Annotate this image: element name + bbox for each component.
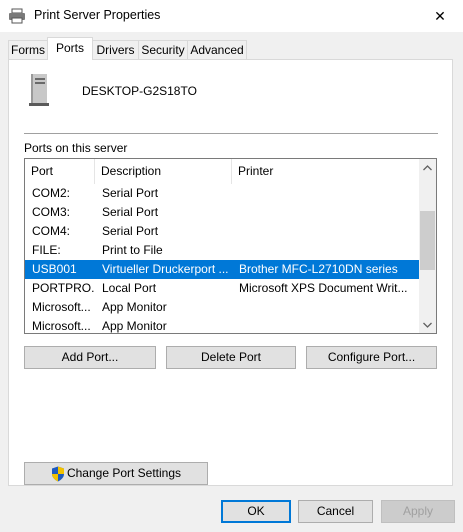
printer-cell — [239, 184, 417, 203]
port-cell: Microsoft... — [32, 319, 91, 333]
ports-list[interactable]: Port Description Printer COM2: Serial Po… — [24, 158, 437, 334]
column-header-description[interactable]: Description — [95, 159, 232, 184]
scroll-down-button[interactable] — [419, 316, 436, 333]
close-icon: ✕ — [434, 7, 446, 24]
port-cell: COM3: — [32, 205, 71, 219]
printer-cell: Brother MFC-L2710DN series — [239, 262, 398, 276]
ports-section-label: Ports on this server — [24, 141, 128, 155]
tab-strip: Forms Ports Drivers Security Advanced — [0, 32, 463, 60]
port-cell: COM2: — [32, 186, 71, 200]
description-cell: App Monitor — [102, 319, 167, 333]
change-port-settings-button[interactable]: Change Port Settings — [24, 462, 208, 485]
apply-button[interactable]: Apply — [381, 500, 455, 523]
computer-tower-icon — [29, 74, 49, 106]
description-cell: App Monitor — [102, 300, 167, 314]
cancel-button[interactable]: Cancel — [298, 500, 373, 523]
printer-cell: Microsoft XPS Document Writ... — [239, 281, 408, 295]
port-cell: FILE: — [32, 243, 61, 257]
column-header-port[interactable]: Port — [25, 159, 95, 184]
chevron-down-icon — [423, 322, 432, 328]
ports-list-header: Port Description Printer — [25, 159, 419, 184]
window-title: Print Server Properties — [34, 8, 161, 22]
title-bar: Print Server Properties ✕ — [0, 0, 463, 32]
table-row-selected[interactable]: USB001 Virtueller Druckerport ... Brothe… — [25, 260, 419, 279]
printer-cell — [239, 203, 417, 222]
table-row[interactable]: PORTPRO... Local Port Microsoft XPS Docu… — [25, 279, 419, 298]
vertical-scrollbar[interactable] — [419, 159, 436, 333]
add-port-button[interactable]: Add Port... — [24, 346, 156, 369]
scroll-up-button[interactable] — [419, 159, 436, 176]
table-row[interactable]: COM3: Serial Port — [25, 203, 419, 222]
tab-forms[interactable]: Forms — [8, 40, 48, 59]
table-row[interactable]: COM2: Serial Port — [25, 184, 419, 203]
change-port-settings-label: Change Port Settings — [66, 466, 182, 480]
tab-security[interactable]: Security — [138, 40, 188, 59]
column-header-printer[interactable]: Printer — [232, 159, 419, 184]
printer-cell — [239, 241, 417, 260]
description-cell: Virtueller Druckerport ... — [102, 262, 229, 276]
table-row[interactable]: Microsoft... App Monitor — [25, 317, 419, 333]
configure-port-button[interactable]: Configure Port... — [306, 346, 437, 369]
separator — [24, 133, 438, 134]
table-row[interactable]: FILE: Print to File — [25, 241, 419, 260]
description-cell: Serial Port — [102, 205, 159, 219]
printer-cell — [239, 298, 417, 317]
ok-button[interactable]: OK — [221, 500, 291, 523]
printer-cell — [239, 222, 417, 241]
port-cell: PORTPRO... — [32, 281, 94, 295]
close-button[interactable]: ✕ — [417, 0, 463, 32]
port-cell: USB001 — [32, 262, 77, 276]
chevron-up-icon — [423, 164, 432, 170]
description-cell: Serial Port — [102, 186, 159, 200]
printer-icon — [9, 8, 25, 24]
ports-tab-panel: DESKTOP-G2S18TO Ports on this server Por… — [8, 59, 453, 486]
description-cell: Serial Port — [102, 224, 159, 238]
delete-port-button[interactable]: Delete Port — [166, 346, 296, 369]
printer-cell — [239, 317, 417, 333]
tab-drivers[interactable]: Drivers — [92, 40, 139, 59]
port-cell: Microsoft... — [32, 300, 91, 314]
ports-list-rows: COM2: Serial Port COM3: Serial Port COM4… — [25, 184, 419, 333]
tab-ports[interactable]: Ports — [47, 37, 93, 60]
tab-advanced[interactable]: Advanced — [187, 40, 247, 59]
port-cell: COM4: — [32, 224, 71, 238]
scroll-thumb[interactable] — [420, 211, 435, 270]
dialog-footer: OK Cancel Apply — [0, 486, 463, 532]
uac-shield-icon — [51, 466, 64, 482]
description-cell: Print to File — [102, 243, 163, 257]
table-row[interactable]: COM4: Serial Port — [25, 222, 419, 241]
table-row[interactable]: Microsoft... App Monitor — [25, 298, 419, 317]
server-name: DESKTOP-G2S18TO — [82, 84, 197, 98]
description-cell: Local Port — [102, 281, 157, 295]
